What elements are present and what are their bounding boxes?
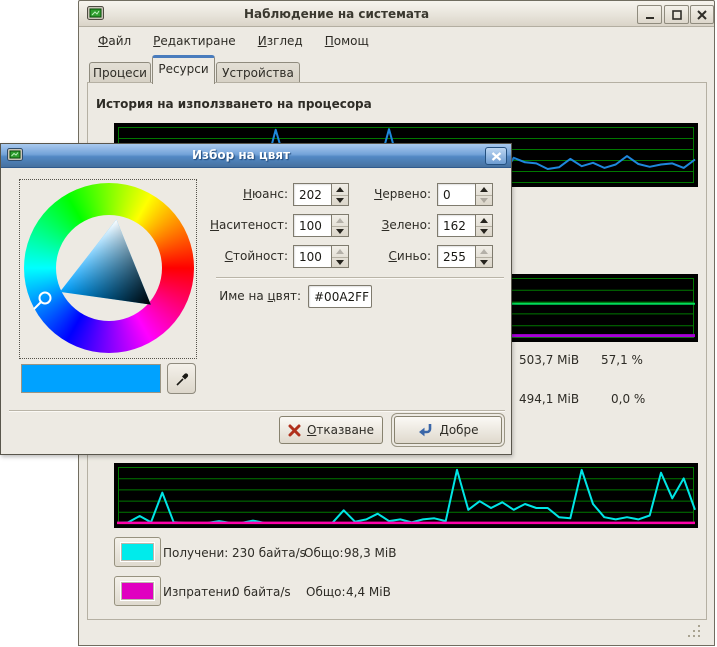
hue-spinner[interactable]	[332, 183, 349, 206]
cpu-history-title: История на използването на процесора	[96, 97, 372, 111]
sent-color-button[interactable]	[114, 576, 161, 606]
screen: Наблюдение на системата Файл Редактиране…	[0, 0, 717, 647]
network-history-chart	[114, 463, 698, 528]
window-title: Наблюдение на системата	[244, 7, 429, 21]
value-label: Стойност:	[201, 245, 288, 268]
resize-grip[interactable]	[688, 624, 702, 641]
close-button[interactable]	[690, 5, 714, 24]
received-color-swatch	[121, 543, 154, 561]
ok-button[interactable]: Добре	[394, 416, 502, 444]
hue-label: Нюанс:	[201, 183, 288, 206]
color-name-label: Име на цвят:	[206, 285, 301, 308]
green-spin-up[interactable]	[476, 215, 492, 226]
sent-total-label: Общо:	[306, 585, 346, 599]
sent-color-swatch	[121, 582, 154, 600]
menu-file[interactable]: Файл	[87, 30, 142, 52]
maximize-button[interactable]	[664, 5, 689, 24]
color-wheel[interactable]	[19, 179, 197, 359]
sent-rate: 0 байта/s	[232, 585, 291, 599]
action-separator	[9, 410, 505, 412]
saturation-spin-up[interactable]	[332, 215, 348, 226]
green-input[interactable]	[437, 214, 476, 237]
red-input[interactable]	[437, 183, 476, 206]
saturation-spin-down[interactable]	[332, 226, 348, 236]
green-label: Зелено:	[356, 214, 431, 237]
cancel-x-icon	[288, 424, 301, 437]
received-total: 98,3 MiB	[344, 546, 396, 560]
dialog-titlebar[interactable]: Избор на цвят	[1, 144, 511, 168]
received-total-label: Общо:	[304, 546, 344, 560]
received-label: Получени:	[163, 546, 228, 560]
dialog-title: Избор на цвят	[1, 148, 511, 162]
menubar: Файл Редактиране Изглед Помощ	[79, 28, 714, 53]
value-spin-down[interactable]	[332, 257, 348, 267]
menu-view[interactable]: Изглед	[247, 30, 314, 52]
hue-spin-down[interactable]	[332, 195, 348, 205]
sv-triangle[interactable]	[20, 180, 198, 360]
green-spinner[interactable]	[476, 214, 493, 237]
swap-used-value: 494,1 MiB	[519, 392, 579, 406]
tab-strip: Процеси Ресурси Устройства	[87, 53, 707, 83]
memory-used-value: 503,7 MiB	[519, 353, 579, 367]
sent-label: Изпратени:	[163, 585, 235, 599]
red-spinner[interactable]	[476, 183, 493, 206]
memory-percent-value: 57,1 %	[601, 353, 643, 367]
statusbar	[79, 621, 714, 646]
hue-marker[interactable]	[40, 293, 51, 304]
red-label: Червено:	[356, 183, 431, 206]
color-picker-dialog: Избор на цвят	[0, 143, 512, 455]
value-spinner[interactable]	[332, 245, 349, 268]
blue-input[interactable]	[437, 245, 476, 268]
blue-label: Синьо:	[356, 245, 431, 268]
eyedropper-button[interactable]	[167, 363, 196, 394]
saturation-label: Наситеност:	[201, 214, 288, 237]
ok-enter-icon	[417, 423, 433, 437]
blue-spinner[interactable]	[476, 245, 493, 268]
swap-percent-value: 0,0 %	[611, 392, 645, 406]
received-color-button[interactable]	[114, 537, 161, 567]
color-name-input[interactable]	[308, 285, 372, 308]
app-icon	[87, 6, 104, 24]
tab-resources[interactable]: Ресурси	[152, 55, 215, 84]
received-rate: 230 байта/s	[232, 546, 306, 560]
cancel-button[interactable]: Отказване	[279, 416, 383, 444]
green-spin-down[interactable]	[476, 226, 492, 236]
menu-help[interactable]: Помощ	[314, 30, 380, 52]
sent-total: 4,4 MiB	[346, 585, 391, 599]
tab-devices[interactable]: Устройства	[216, 62, 300, 83]
saturation-input[interactable]	[293, 214, 332, 237]
selected-color-preview	[21, 364, 161, 393]
hue-spin-up[interactable]	[332, 184, 348, 195]
main-titlebar[interactable]: Наблюдение на системата	[79, 1, 714, 27]
blue-spin-down[interactable]	[476, 257, 492, 267]
hue-input[interactable]	[293, 183, 332, 206]
value-input[interactable]	[293, 245, 332, 268]
minimize-button[interactable]	[637, 5, 662, 24]
menu-edit[interactable]: Редактиране	[142, 30, 247, 52]
red-spin-up[interactable]	[476, 184, 492, 195]
red-spin-down[interactable]	[476, 195, 492, 205]
value-spin-up[interactable]	[332, 246, 348, 257]
received-line	[117, 470, 695, 523]
tab-processes[interactable]: Процеси	[89, 62, 151, 83]
saturation-spinner[interactable]	[332, 214, 349, 237]
fields-separator	[216, 277, 504, 279]
eyedropper-icon	[174, 371, 190, 387]
blue-spin-up[interactable]	[476, 246, 492, 257]
dialog-close-button[interactable]	[485, 147, 507, 165]
